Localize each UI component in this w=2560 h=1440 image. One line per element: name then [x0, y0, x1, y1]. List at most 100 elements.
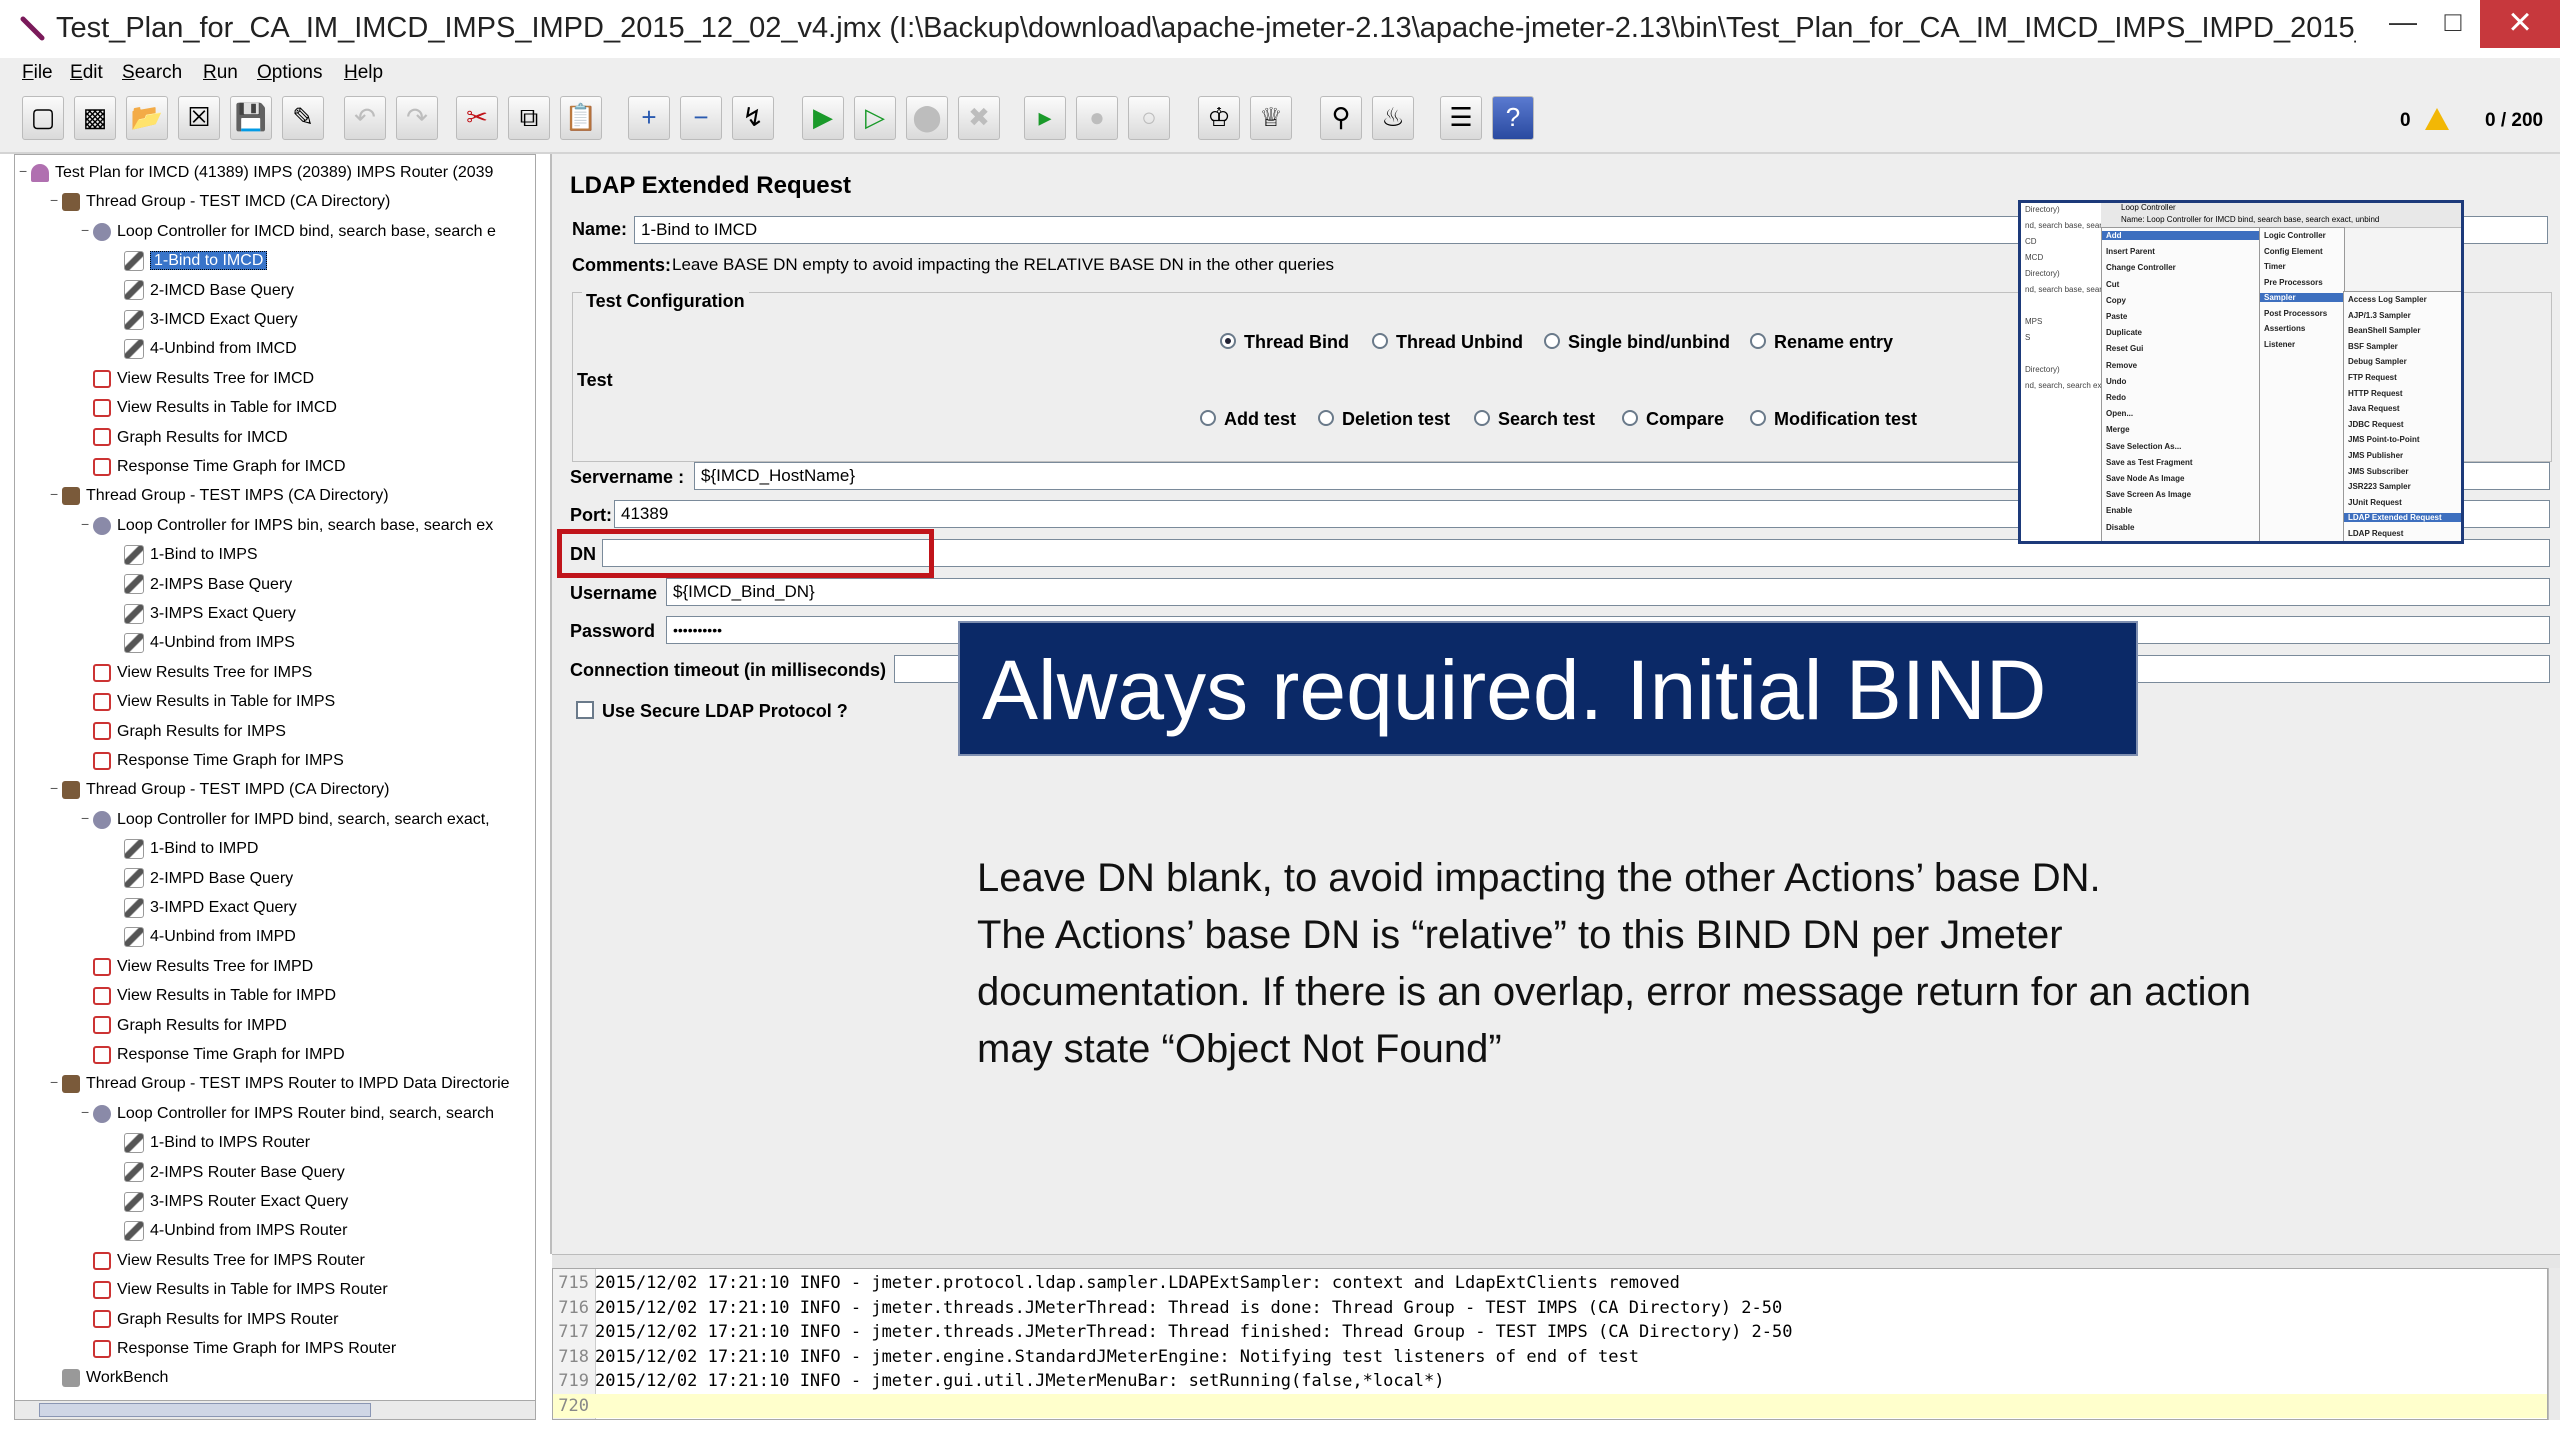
radio-single-bind-unbind[interactable]: Single bind/unbind [1544, 332, 1730, 353]
context-menu-item[interactable]: Copy [2106, 296, 2126, 305]
context-menu-item[interactable]: Access Log Sampler [2348, 295, 2427, 304]
context-menu-item[interactable]: Insert Parent [2106, 247, 2155, 256]
log-vertical-scrollbar[interactable] [2548, 1268, 2560, 1420]
warning-icon[interactable] [2425, 108, 2449, 130]
context-menu-item[interactable]: Change Controller [2106, 263, 2176, 272]
context-menu-item[interactable]: Java Request [2348, 404, 2400, 413]
menu-run[interactable]: Run [203, 62, 238, 84]
tree-node-sampler[interactable]: 1-Bind to IMPD [124, 835, 258, 863]
context-menu-item[interactable]: BSF Sampler [2348, 342, 2398, 351]
templates-icon[interactable]: ▩ [74, 96, 116, 140]
collapse-toggle-icon[interactable]: − [50, 780, 58, 796]
context-menu-item[interactable]: Logic Controller [2264, 231, 2326, 240]
tree-node-listener[interactable]: View Results Tree for IMCD [93, 365, 314, 393]
remote-stop-icon[interactable]: ● [1076, 96, 1118, 140]
redo-icon[interactable]: ↷ [396, 96, 438, 140]
tree-node-thread-group[interactable]: Thread Group - TEST IMPS Router to IMPD … [62, 1070, 510, 1098]
save-as-icon[interactable]: ✎ [282, 96, 324, 140]
menu-edit[interactable]: Edit [70, 62, 103, 84]
tree-node-listener[interactable]: View Results Tree for IMPS [93, 659, 312, 687]
reset-search-icon[interactable]: ♨ [1372, 96, 1414, 140]
context-menu-item[interactable]: Save Selection As... [2106, 442, 2181, 451]
tree-node-listener[interactable]: Graph Results for IMCD [93, 424, 288, 452]
tree-node-listener[interactable]: Response Time Graph for IMPD [93, 1041, 345, 1069]
tree-node-test-plan[interactable]: Test Plan for IMCD (41389) IMPS (20389) … [31, 159, 493, 187]
collapse-all-icon[interactable]: − [680, 96, 722, 140]
context-menu-item[interactable]: Remove [2106, 361, 2137, 370]
tree-node-listener[interactable]: View Results in Table for IMCD [93, 394, 337, 422]
context-menu-item[interactable]: Pre Processors [2264, 278, 2323, 287]
tree-node-listener[interactable]: Graph Results for IMPS [93, 718, 286, 746]
tree-node-sampler[interactable]: 4-Unbind from IMPD [124, 923, 296, 951]
tree-node-listener[interactable]: View Results in Table for IMPS Router [93, 1276, 388, 1304]
radio-rename-entry[interactable]: Rename entry [1750, 332, 1893, 353]
collapse-toggle-icon[interactable]: − [81, 222, 89, 238]
context-menu-item[interactable]: Duplicate [2106, 328, 2142, 337]
remote-shutdown-icon[interactable]: ○ [1128, 96, 1170, 140]
collapse-toggle-icon[interactable]: − [19, 163, 27, 179]
context-menu-item[interactable]: AJP/1.3 Sampler [2348, 311, 2411, 320]
radio-thread-bind[interactable]: Thread Bind [1220, 332, 1349, 353]
tree-node-sampler[interactable]: 3-IMPD Exact Query [124, 894, 297, 922]
radio-search-test[interactable]: Search test [1474, 409, 1595, 430]
tree-node-sampler[interactable]: 2-IMPD Base Query [124, 865, 293, 893]
tree-node-sampler[interactable]: 3-IMCD Exact Query [124, 306, 298, 334]
menu-options[interactable]: Options [257, 62, 322, 84]
new-icon[interactable]: ▢ [22, 96, 64, 140]
tree-node-sampler[interactable]: 1-Bind to IMPS [124, 541, 258, 569]
tree-node-loop-controller[interactable]: Loop Controller for IMPS bin, search bas… [93, 512, 493, 540]
tree-node-sampler[interactable]: 3-IMPS Exact Query [124, 600, 296, 628]
context-menu-item[interactable]: Undo [2106, 377, 2126, 386]
cut-icon[interactable]: ✂ [456, 96, 498, 140]
tree-node-listener[interactable]: Graph Results for IMPD [93, 1012, 287, 1040]
collapse-toggle-icon[interactable]: − [50, 192, 58, 208]
collapse-toggle-icon[interactable]: − [50, 1074, 58, 1090]
tree-node-listener[interactable]: Graph Results for IMPS Router [93, 1306, 338, 1334]
tree-node-sampler[interactable]: 2-IMPS Router Base Query [124, 1159, 345, 1187]
context-menu-item[interactable]: HTTP Request [2348, 389, 2403, 398]
context-menu-item[interactable]: Sampler [2260, 293, 2344, 302]
tree-node-listener[interactable]: View Results Tree for IMPS Router [93, 1247, 365, 1275]
radio-add-test[interactable]: Add test [1200, 409, 1296, 430]
tree-node-sampler[interactable]: 4-Unbind from IMPS [124, 629, 295, 657]
radio-thread-unbind[interactable]: Thread Unbind [1372, 332, 1523, 353]
function-helper-icon[interactable]: ☰ [1440, 96, 1482, 140]
maximize-button[interactable]: □ [2420, 0, 2486, 48]
context-menu-item[interactable]: Disable [2106, 523, 2134, 532]
secure-ldap-checkbox[interactable] [576, 701, 594, 719]
clear-icon[interactable]: ♔ [1198, 96, 1240, 140]
tree-node-sampler[interactable]: 3-IMPS Router Exact Query [124, 1188, 348, 1216]
context-menu-item[interactable]: LDAP Request [2348, 529, 2403, 538]
tree-node-listener[interactable]: Response Time Graph for IMPS [93, 747, 344, 775]
close-file-icon[interactable]: ☒ [178, 96, 220, 140]
tree-node-listener[interactable]: View Results Tree for IMPD [93, 953, 313, 981]
tree-node-listener[interactable]: Response Time Graph for IMPS Router [93, 1335, 396, 1363]
context-menu-item[interactable]: JMS Subscriber [2348, 467, 2408, 476]
radio-modification-test[interactable]: Modification test [1750, 409, 1917, 430]
tree-node-thread-group[interactable]: Thread Group - TEST IMCD (CA Directory) [62, 188, 390, 216]
tree-node-thread-group[interactable]: Thread Group - TEST IMPS (CA Directory) [62, 482, 389, 510]
tree-node-listener[interactable]: Response Time Graph for IMCD [93, 453, 346, 481]
tree-node-sampler[interactable]: 1-Bind to IMCD [124, 247, 268, 275]
tree-node-listener[interactable]: View Results in Table for IMPD [93, 982, 336, 1010]
context-menu-item[interactable]: Open... [2106, 409, 2133, 418]
scrollbar-thumb[interactable] [39, 1403, 371, 1417]
radio-compare[interactable]: Compare [1622, 409, 1724, 430]
context-menu-item[interactable]: Add [2102, 231, 2260, 240]
copy-icon[interactable]: ⧉ [508, 96, 550, 140]
tree-horizontal-scrollbar[interactable] [14, 1400, 536, 1420]
context-menu-item[interactable]: LDAP Extended Request [2344, 513, 2461, 523]
collapse-toggle-icon[interactable]: − [81, 516, 89, 532]
log-splitter[interactable] [552, 1254, 2560, 1269]
stop-icon[interactable]: ⬤ [906, 96, 948, 140]
toggle-icon[interactable]: ↯ [732, 96, 774, 140]
context-menu-item[interactable]: Enable [2106, 506, 2132, 515]
context-menu-item[interactable]: Listener [2264, 340, 2295, 349]
context-menu-item[interactable]: FTP Request [2348, 373, 2397, 382]
collapse-toggle-icon[interactable]: − [50, 486, 58, 502]
context-menu-item[interactable]: Assertions [2264, 324, 2305, 333]
clear-all-icon[interactable]: ♕ [1250, 96, 1292, 140]
tree-node-sampler[interactable]: 2-IMCD Base Query [124, 277, 294, 305]
save-icon[interactable]: 💾 [230, 96, 272, 140]
menu-search[interactable]: Search [122, 62, 182, 84]
